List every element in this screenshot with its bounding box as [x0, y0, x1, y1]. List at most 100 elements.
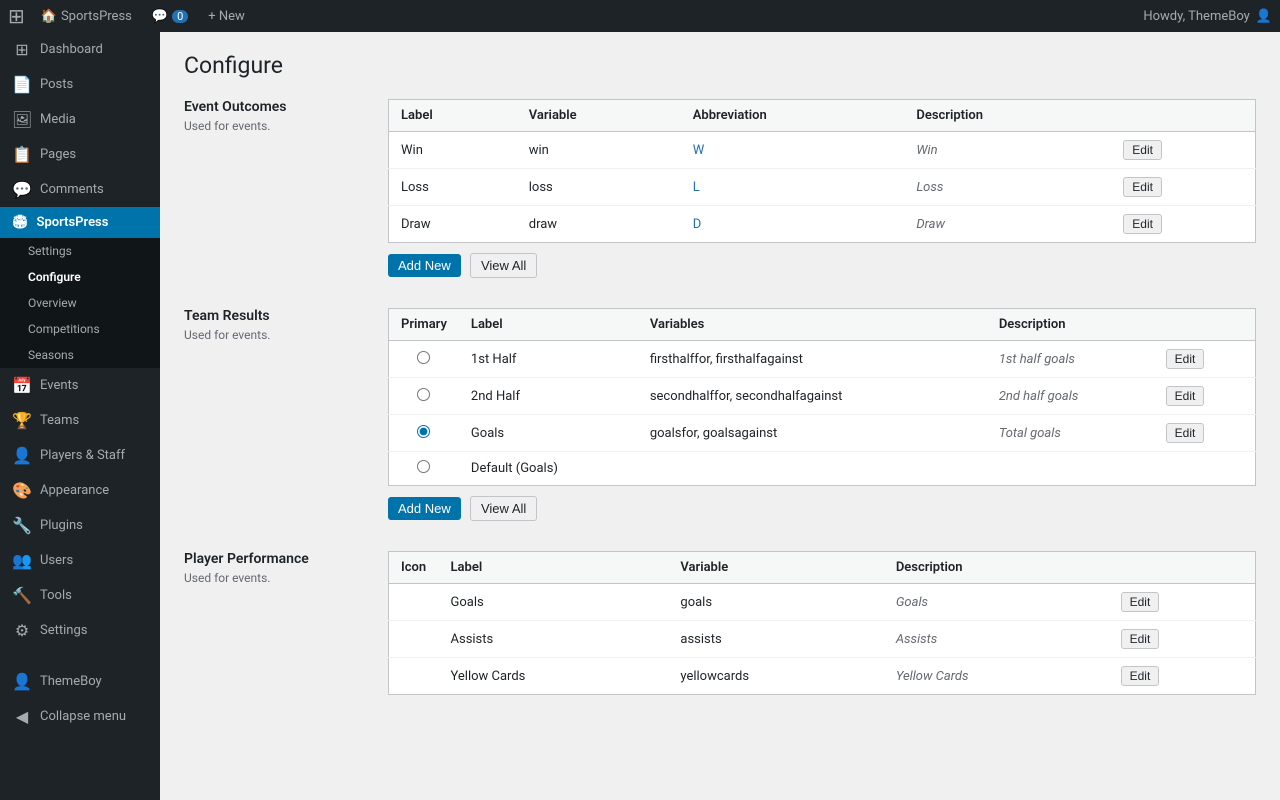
themeboy-icon: 👤: [12, 672, 32, 691]
team-results-desc: Used for events.: [184, 328, 364, 342]
outcome-description: Draw: [904, 206, 1111, 243]
col-label: Label: [459, 309, 638, 341]
sidebar-label-pages: Pages: [40, 147, 76, 162]
event-outcomes-add-new-button[interactable]: Add New: [388, 254, 461, 277]
sidebar-item-competitions-sub[interactable]: Competitions: [0, 316, 160, 342]
dashboard-icon: ⊞: [12, 40, 32, 59]
sidebar-label-appearance: Appearance: [40, 483, 109, 498]
settings-icon: ⚙: [12, 621, 32, 640]
sidebar-item-sportspress[interactable]: 🏟 SportsPress: [0, 207, 160, 238]
table-row: Assists assists Assists Edit: [389, 621, 1256, 658]
draw-edit-button[interactable]: Edit: [1123, 214, 1162, 234]
posts-icon: 📄: [12, 75, 32, 94]
sidebar-item-teams[interactable]: 🏆 Teams: [0, 403, 160, 438]
team-results-table: Primary Label Variables Description 1st …: [388, 308, 1256, 486]
sidebar-label-themeboy: ThemeBoy: [40, 674, 102, 689]
top-bar: ⊞ 🏠 SportsPress 💬 0 + New Howdy, ThemeBo…: [0, 0, 1280, 32]
sidebar-item-posts[interactable]: 📄 Posts: [0, 67, 160, 102]
first-half-radio[interactable]: [417, 351, 430, 364]
col-variables: Variables: [638, 309, 987, 341]
first-half-edit-button[interactable]: Edit: [1166, 349, 1205, 369]
primary-radio-cell: [389, 378, 459, 415]
default-goals-radio[interactable]: [417, 460, 430, 473]
comments-link[interactable]: 💬 0: [148, 9, 192, 24]
team-results-actions: Add New View All: [388, 496, 1256, 521]
collapse-icon: ◀: [12, 707, 32, 726]
team-results-view-all-button[interactable]: View All: [470, 496, 537, 521]
pages-icon: 📋: [12, 145, 32, 164]
teams-icon: 🏆: [12, 411, 32, 430]
sidebar-item-users[interactable]: 👥 Users: [0, 543, 160, 578]
col-variable: Variable: [517, 100, 681, 132]
col-description: Description: [884, 552, 1109, 584]
sidebar-item-pages[interactable]: 📋 Pages: [0, 137, 160, 172]
sidebar-item-overview-sub[interactable]: Overview: [0, 290, 160, 316]
main-content: Configure Event Outcomes Used for events…: [160, 32, 1280, 800]
outcome-label: Win: [389, 132, 517, 169]
col-actions: [1154, 309, 1256, 341]
player-performance-section: Player Performance Used for events. Icon…: [184, 551, 1256, 695]
result-description: 2nd half goals: [987, 378, 1154, 415]
table-row: 2nd Half secondhalffor, secondhalfagains…: [389, 378, 1256, 415]
sidebar-item-players-staff[interactable]: 👤 Players & Staff: [0, 438, 160, 473]
outcome-edit-cell: Edit: [1111, 132, 1255, 169]
sidebar-item-configure-sub[interactable]: Configure: [0, 264, 160, 290]
sidebar-item-collapse[interactable]: ◀ Collapse menu: [0, 699, 160, 734]
goals-perf-edit-button[interactable]: Edit: [1121, 592, 1160, 612]
result-edit-cell: Edit: [1154, 341, 1256, 378]
goals-radio[interactable]: [417, 425, 430, 438]
sidebar-label-users: Users: [40, 553, 73, 568]
yellow-cards-edit-button[interactable]: Edit: [1121, 666, 1160, 686]
sidebar-item-themeboy[interactable]: 👤 ThemeBoy: [0, 664, 160, 699]
sidebar-item-events[interactable]: 📅 Events: [0, 368, 160, 403]
goals-edit-button[interactable]: Edit: [1166, 423, 1205, 443]
second-half-edit-button[interactable]: Edit: [1166, 386, 1205, 406]
new-content-button[interactable]: + New: [204, 9, 249, 24]
col-label: Label: [389, 100, 517, 132]
wp-logo-icon[interactable]: ⊞: [8, 4, 25, 28]
sidebar-item-dashboard[interactable]: ⊞ Dashboard: [0, 32, 160, 67]
outcome-variable: win: [517, 132, 681, 169]
sidebar-label-teams: Teams: [40, 413, 79, 428]
outcome-description: Loss: [904, 169, 1111, 206]
sidebar-item-plugins[interactable]: 🔧 Plugins: [0, 508, 160, 543]
event-outcomes-view-all-button[interactable]: View All: [470, 253, 537, 278]
configure-sub-label: Configure: [28, 270, 81, 284]
plugins-icon: 🔧: [12, 516, 32, 535]
primary-radio-cell: [389, 415, 459, 452]
col-label: Label: [439, 552, 669, 584]
sidebar-item-tools[interactable]: 🔨 Tools: [0, 578, 160, 613]
sidebar-item-settings-sub[interactable]: Settings: [0, 238, 160, 264]
sidebar-label-plugins: Plugins: [40, 518, 83, 533]
events-icon: 📅: [12, 376, 32, 395]
sidebar-label-events: Events: [40, 378, 78, 393]
perf-label: Goals: [439, 584, 669, 621]
team-results-add-new-button[interactable]: Add New: [388, 497, 461, 520]
comments-sidebar-icon: 💬: [12, 180, 32, 199]
table-row: Win win W Win Edit: [389, 132, 1256, 169]
sidebar-label-sportspress: SportsPress: [37, 215, 109, 230]
loss-edit-button[interactable]: Edit: [1123, 177, 1162, 197]
result-variables: firsthalffor, firsthalfagainst: [638, 341, 987, 378]
event-outcomes-desc: Used for events.: [184, 119, 364, 133]
player-performance-title: Player Performance: [184, 551, 364, 567]
sidebar-item-media[interactable]: 🖼 Media: [0, 102, 160, 137]
table-row: Yellow Cards yellowcards Yellow Cards Ed…: [389, 658, 1256, 695]
perf-icon-cell: [389, 584, 439, 621]
perf-description: Yellow Cards: [884, 658, 1109, 695]
second-half-radio[interactable]: [417, 388, 430, 401]
sidebar-item-settings[interactable]: ⚙ Settings: [0, 613, 160, 648]
sidebar-item-seasons-sub[interactable]: Seasons: [0, 342, 160, 368]
table-row: Default (Goals): [389, 452, 1256, 486]
perf-edit-cell: Edit: [1109, 658, 1256, 695]
result-description: 1st half goals: [987, 341, 1154, 378]
player-performance-table: Icon Label Variable Description Goals go…: [388, 551, 1256, 695]
sidebar-item-comments[interactable]: 💬 Comments: [0, 172, 160, 207]
win-edit-button[interactable]: Edit: [1123, 140, 1162, 160]
team-results-section: Team Results Used for events. Primary La…: [184, 308, 1256, 521]
table-row: Goals goalsfor, goalsagainst Total goals…: [389, 415, 1256, 452]
assists-edit-button[interactable]: Edit: [1121, 629, 1160, 649]
site-name-link[interactable]: 🏠 SportsPress: [37, 9, 136, 24]
sidebar-item-appearance[interactable]: 🎨 Appearance: [0, 473, 160, 508]
team-results-title: Team Results: [184, 308, 364, 324]
